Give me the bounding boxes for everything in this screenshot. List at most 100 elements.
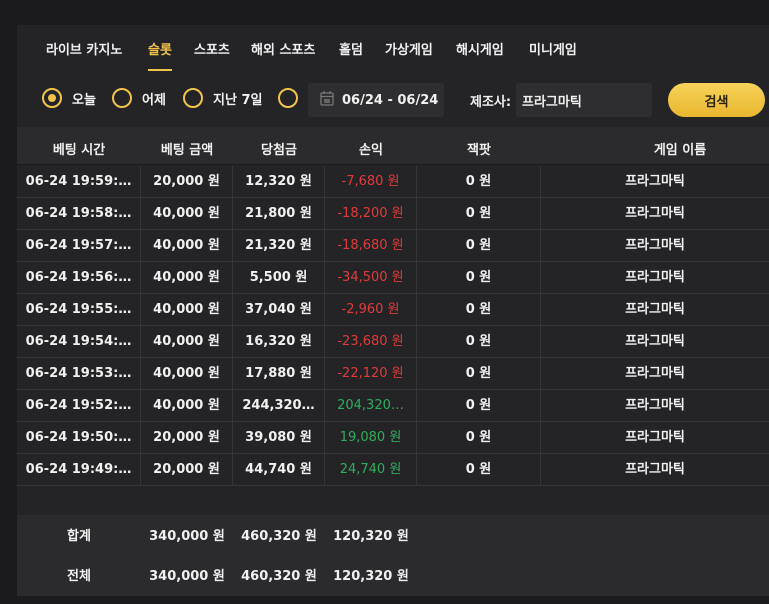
cell-bet-amount: 40,000 원 [141,294,233,325]
cell-profit-loss: -18,200 원 [325,198,417,229]
cell-bet-time: 06-24 19:58:… [17,198,141,229]
maker-label: 제조사: [470,95,512,110]
radio-label: 오늘 [72,92,96,108]
cell-bet-amount: 20,000 원 [141,166,233,197]
column-profit-loss: 손익 [359,143,383,158]
cell-profit-loss: 19,080 원 [325,422,417,453]
calendar-icon [320,90,334,110]
radio-last-7-days[interactable]: 지난 7일 [183,88,262,108]
cell-bet-amount: 40,000 원 [141,390,233,421]
cell-game-name: 프라그마틱 [625,206,685,221]
table-row: 06-24 19:58:… 40,000 원 21,800 원 -18,200 원0 … [17,198,769,230]
cell-profit-loss: -34,500 원 [325,262,417,293]
cell-bet-amount: 40,000 원 [141,198,233,229]
cell-profit-loss: 204,320… [325,390,417,421]
cell-game-name: 프라그마틱 [625,334,685,349]
date-range-picker[interactable]: 06/24 - 06/24 [308,83,444,117]
tab-sports[interactable]: 스포츠 [194,39,230,71]
table-row: 06-24 19:50:… 20,000 원 39,080 원 19,080 원0 원… [17,422,769,454]
column-bet-amount: 베팅 금액 [160,143,214,158]
cell-jackpot: 0 원 [417,422,541,453]
cell-bet-time: 06-24 19:49:… [17,454,141,485]
cell-winnings: 12,320 원 [233,166,325,197]
table-row: 06-24 19:55:… 40,000 원 37,040 원 -2,960 원0 원… [17,294,769,326]
cell-profit-loss: 24,740 원 [325,454,417,485]
cell-winnings: 244,320… [233,390,325,421]
column-bet-time: 베팅 시간 [52,143,106,158]
table-summary: 합계 340,000 원 460,320 원 120,320 원 전체 340,000 원… [17,515,769,596]
cell-game-name: 프라그마틱 [625,174,685,189]
table-row: 06-24 19:49:… 20,000 원 44,740 원 24,740 원0 원… [17,454,769,486]
table-row: 06-24 19:52:… 40,000 원 244,320… 204,320… 0 원… [17,390,769,422]
cell-winnings: 37,040 원 [233,294,325,325]
betting-history-panel: 라이브 카지노 슬롯 스포츠 해외 스포츠 홀덤 가상게임 해시게임 미니게임 … [17,25,769,596]
tab-slot[interactable]: 슬롯 [148,39,172,71]
cell-bet-time: 06-24 19:59:… [17,166,141,197]
filter-bar: 오늘 어제 지난 7일 06/24 - 06/24 제조사: 프라그마틱 검색 [17,81,769,119]
radio-circle[interactable] [112,88,132,108]
search-button[interactable]: 검색 [668,83,765,117]
tab-virtual-game[interactable]: 가상게임 [385,39,433,71]
game-category-tabs: 라이브 카지노 슬롯 스포츠 해외 스포츠 홀덤 가상게임 해시게임 미니게임 [17,25,769,71]
table-row: 06-24 19:59:… 20,000 원 12,320 원 -7,680 원0 원… [17,166,769,198]
radio-circle-checked[interactable] [42,88,62,108]
radio-custom-range[interactable] [278,88,298,108]
cell-bet-time: 06-24 19:55:… [17,294,141,325]
cell-jackpot: 0 원 [417,262,541,293]
cell-winnings: 16,320 원 [233,326,325,357]
cell-bet-time: 06-24 19:54:… [17,326,141,357]
cell-jackpot: 0 원 [417,326,541,357]
cell-jackpot: 0 원 [417,390,541,421]
table-header: 베팅 시간 베팅 금액 당첨금 손익 잭팟 게임 이름 [17,127,769,165]
cell-game-name: 프라그마틱 [625,302,685,317]
cell-bet-time: 06-24 19:52:… [17,390,141,421]
cell-jackpot: 0 원 [417,454,541,485]
cell-bet-time: 06-24 19:57:… [17,230,141,261]
radio-today[interactable]: 오늘 [42,88,96,108]
summary-label: 합계 [67,529,91,544]
cell-winnings: 21,800 원 [233,198,325,229]
cell-game-name: 프라그마틱 [625,366,685,381]
tab-mini-game[interactable]: 미니게임 [529,39,577,71]
table-row: 06-24 19:56:… 40,000 원 5,500 원 -34,500 원0 원… [17,262,769,294]
table-row: 06-24 19:53:… 40,000 원 17,880 원 -22,120 원0 … [17,358,769,390]
table-row: 06-24 19:54:… 40,000 원 16,320 원 -23,680 원0 … [17,326,769,358]
column-jackpot: 잭팟 [467,143,491,158]
radio-label: 지난 7일 [213,92,263,108]
radio-circle[interactable] [278,88,298,108]
cell-bet-amount: 20,000 원 [141,454,233,485]
summary-profit-loss: 120,320 원 [333,569,409,584]
cell-game-name: 프라그마틱 [625,430,685,445]
tab-holdem[interactable]: 홀덤 [339,39,363,71]
summary-row: 합계 340,000 원 460,320 원 120,320 원 [17,517,769,557]
cell-game-name: 프라그마틱 [625,398,685,413]
cell-jackpot: 0 원 [417,294,541,325]
cell-bet-amount: 40,000 원 [141,262,233,293]
cell-winnings: 21,320 원 [233,230,325,261]
cell-profit-loss: -7,680 원 [325,166,417,197]
cell-jackpot: 0 원 [417,198,541,229]
cell-bet-time: 06-24 19:53:… [17,358,141,389]
summary-winnings: 460,320 원 [241,569,317,584]
cell-winnings: 44,740 원 [233,454,325,485]
cell-game-name: 프라그마틱 [625,270,685,285]
cell-bet-amount: 40,000 원 [141,230,233,261]
radio-circle[interactable] [183,88,203,108]
cell-bet-amount: 40,000 원 [141,326,233,357]
cell-game-name: 프라그마틱 [625,238,685,253]
maker-input[interactable] [516,83,652,117]
tab-overseas-sports[interactable]: 해외 스포츠 [251,39,315,71]
tab-hash-game[interactable]: 해시게임 [456,39,504,71]
tab-live-casino[interactable]: 라이브 카지노 [46,39,122,71]
cell-game-name: 프라그마틱 [625,462,685,477]
radio-yesterday[interactable]: 어제 [112,88,166,108]
summary-bet-amount: 340,000 원 [149,569,225,584]
cell-bet-time: 06-24 19:56:… [17,262,141,293]
radio-label: 어제 [142,92,166,108]
cell-winnings: 39,080 원 [233,422,325,453]
summary-winnings: 460,320 원 [241,529,317,544]
cell-jackpot: 0 원 [417,230,541,261]
cell-winnings: 5,500 원 [233,262,325,293]
cell-winnings: 17,880 원 [233,358,325,389]
column-winnings: 당첨금 [261,143,297,158]
